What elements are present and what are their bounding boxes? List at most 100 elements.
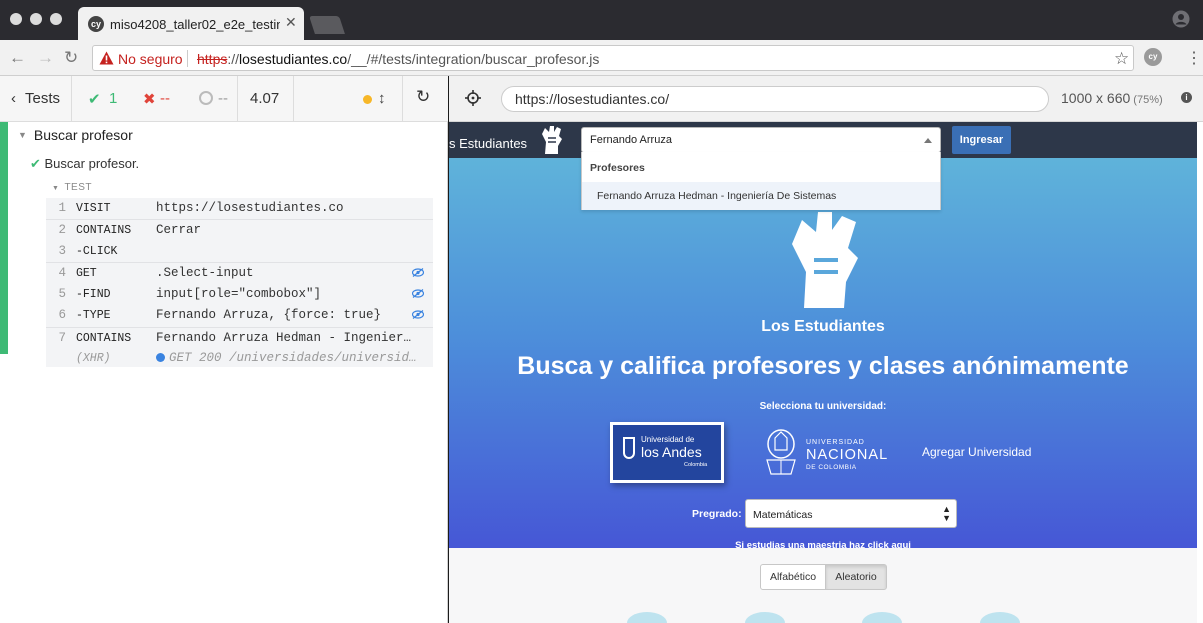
command-name: -CLICK — [76, 245, 118, 258]
forward-arrow-icon[interactable]: → — [37, 48, 54, 68]
command-row[interactable]: 6 -TYPE Fernando Arruza, {force: true} — [46, 305, 433, 327]
nacional-seal-icon — [766, 429, 796, 475]
eye-slash-icon[interactable] — [412, 310, 424, 319]
test-section-label: TEST — [64, 182, 92, 193]
pregrado-select[interactable]: Matemáticas ▲ ▼ — [745, 499, 957, 528]
aut-url-field[interactable]: https://losestudiantes.co/ — [501, 86, 1049, 112]
eye-slash-icon[interactable] — [412, 289, 424, 298]
browser-tab[interactable]: cy miso4208_taller02_e2e_testing ✕ — [78, 7, 304, 40]
university-los-andes-card[interactable]: Universidad de los Andes Colombia — [610, 422, 724, 483]
command-name: GET — [76, 267, 97, 280]
viewport-size: 1000 x 660 — [1061, 90, 1131, 106]
raised-fist-hero-icon — [792, 212, 858, 308]
bookmark-star-icon[interactable]: ☆ — [1114, 49, 1129, 69]
sort-random-button[interactable]: Aleatorio — [825, 564, 887, 590]
back-arrow-icon[interactable]: ← — [9, 48, 26, 68]
andes-logo-icon — [623, 437, 635, 459]
aut-scrollbar-gutter — [1197, 122, 1203, 623]
nacional-line3: DE COLOMBIA — [806, 464, 857, 471]
minimize-window-button[interactable] — [30, 13, 42, 25]
pregrado-value: Matemáticas — [753, 509, 813, 521]
login-button[interactable]: Ingresar — [952, 126, 1011, 154]
cypress-extension-icon[interactable]: cy — [1144, 48, 1162, 66]
command-message: https://losestudiantes.co — [156, 201, 344, 215]
command-name: VISIT — [76, 202, 111, 215]
command-number: 2 — [58, 223, 66, 237]
add-university-link[interactable]: Agregar Universidad — [922, 445, 1031, 459]
viewport-scale: (75%) — [1133, 94, 1163, 106]
xhr-status-dot-icon — [156, 353, 165, 362]
dropdown-option[interactable]: Fernando Arruza Hedman - Ingeniería De S… — [582, 182, 940, 210]
address-url[interactable]: https://losestudiantes.co/__/#/tests/int… — [197, 51, 599, 67]
restart-button[interactable]: ↻ — [402, 76, 448, 122]
cypress-reporter: ‹ Tests ✔ 1 ✖ -- -- 4.07 ↕ ↻ ▼ Buscar pro… — [0, 76, 448, 623]
info-icon[interactable]: i — [1181, 92, 1192, 103]
command-row[interactable]: 2 CONTAINS Cerrar — [46, 219, 433, 241]
raised-fist-logo-icon[interactable] — [539, 124, 565, 156]
test-title[interactable]: ✔ Buscar profesor. — [30, 156, 139, 172]
command-message: GET 200 /universidades/universidad-de-lo… — [169, 351, 418, 365]
sort-alphabetical-button[interactable]: Alfabético — [760, 564, 826, 590]
professor-avatar — [980, 612, 1020, 623]
url-path: /__/#/tests/integration/buscar_profesor.… — [347, 51, 600, 67]
command-number: 7 — [58, 331, 66, 345]
command-number: 4 — [58, 266, 66, 280]
command-message: Fernando Arruza Hedman - Ingeniería De S… — [156, 331, 418, 345]
command-message: Fernando Arruza, {force: true} — [156, 308, 382, 322]
cypress-favicon-icon: cy — [88, 16, 104, 32]
url-host: losestudiantes.co — [239, 51, 348, 67]
not-secure-label[interactable]: No seguro — [118, 51, 183, 67]
window-titlebar: cy miso4208_taller02_e2e_testing ✕ — [0, 0, 1203, 40]
suite-pass-bar — [0, 122, 8, 354]
professor-avatar — [627, 612, 667, 623]
university-nacional-card[interactable]: UNIVERSIDAD NACIONAL DE COLOMBIA — [761, 424, 891, 480]
check-icon: ✔ — [30, 156, 45, 171]
test-section-header[interactable]: ▼ TEST — [52, 182, 92, 193]
address-divider — [187, 50, 188, 67]
select-university-label: Selecciona tu universidad: — [759, 401, 887, 412]
command-name: -TYPE — [76, 309, 111, 322]
dropdown-option-label: Fernando Arruza Hedman - Ingeniería De S… — [597, 190, 837, 202]
command-message-wrap: GET 200 /universidades/universidad-de-lo… — [156, 351, 418, 365]
command-row[interactable]: 7 CONTAINS Fernando Arruza Hedman - Inge… — [46, 327, 433, 349]
address-bar[interactable]: No seguro https://losestudiantes.co/__/#… — [92, 45, 1134, 71]
command-row[interactable]: 5 -FIND input[role="combobox"] — [46, 284, 433, 306]
close-window-button[interactable] — [10, 13, 22, 25]
reporter-runnables: ▼ Buscar profesor ✔ Buscar profesor. ▼ TES… — [0, 122, 448, 367]
command-row[interactable]: 4 GET .Select-input — [46, 262, 433, 284]
command-name: CONTAINS — [76, 332, 132, 345]
pregrado-label: Pregrado: — [692, 508, 742, 520]
maestria-link[interactable]: Si estudias una maestria haz click aqui — [449, 540, 1197, 551]
command-name: -FIND — [76, 288, 111, 301]
professor-search-input[interactable]: Fernando Arruza — [581, 127, 941, 153]
tab-close-icon[interactable]: ✕ — [285, 14, 297, 31]
command-row[interactable]: 3 -CLICK — [46, 241, 433, 263]
menu-icon[interactable]: ⋮ — [1186, 48, 1202, 68]
reporter-header: ‹ Tests ✔ 1 ✖ -- -- 4.07 ↕ ↻ — [0, 76, 448, 122]
chevron-left-icon: ‹ — [11, 90, 16, 107]
eye-slash-icon[interactable] — [412, 268, 424, 277]
maximize-window-button[interactable] — [50, 13, 62, 25]
selector-playground-crosshair-icon[interactable] — [465, 90, 481, 106]
running-indicator-icon — [363, 95, 372, 104]
command-log: 1 VISIT https://losestudiantes.co 2 CONT… — [46, 198, 433, 367]
xhr-command-row[interactable]: (XHR) GET 200 /universidades/universidad… — [46, 348, 433, 370]
tests-button[interactable]: ‹ Tests — [0, 76, 72, 122]
reload-icon[interactable]: ↻ — [64, 48, 78, 68]
andes-line1: Universidad de — [641, 435, 695, 444]
profile-icon[interactable] — [1172, 10, 1190, 28]
scroll-toggle-icon[interactable]: ↕ — [378, 90, 386, 107]
duration: 4.07 — [250, 90, 280, 107]
tab-title: miso4208_taller02_e2e_testing — [110, 17, 280, 32]
site-brand-label[interactable]: s Estudiantes — [449, 136, 527, 151]
chevron-up-icon[interactable] — [924, 138, 932, 143]
suite-title[interactable]: ▼ Buscar profesor — [18, 127, 133, 143]
hero-section: Los Estudiantes Busca y califica profeso… — [449, 158, 1197, 551]
command-row[interactable]: 1 VISIT https://losestudiantes.co — [46, 198, 433, 220]
new-tab-button[interactable] — [309, 16, 345, 34]
caret-down-icon: ▼ — [18, 130, 27, 140]
andes-line3: Colombia — [684, 462, 708, 468]
command-message: input[role="combobox"] — [156, 287, 322, 301]
professor-avatar — [745, 612, 785, 623]
command-name: CONTAINS — [76, 224, 132, 237]
